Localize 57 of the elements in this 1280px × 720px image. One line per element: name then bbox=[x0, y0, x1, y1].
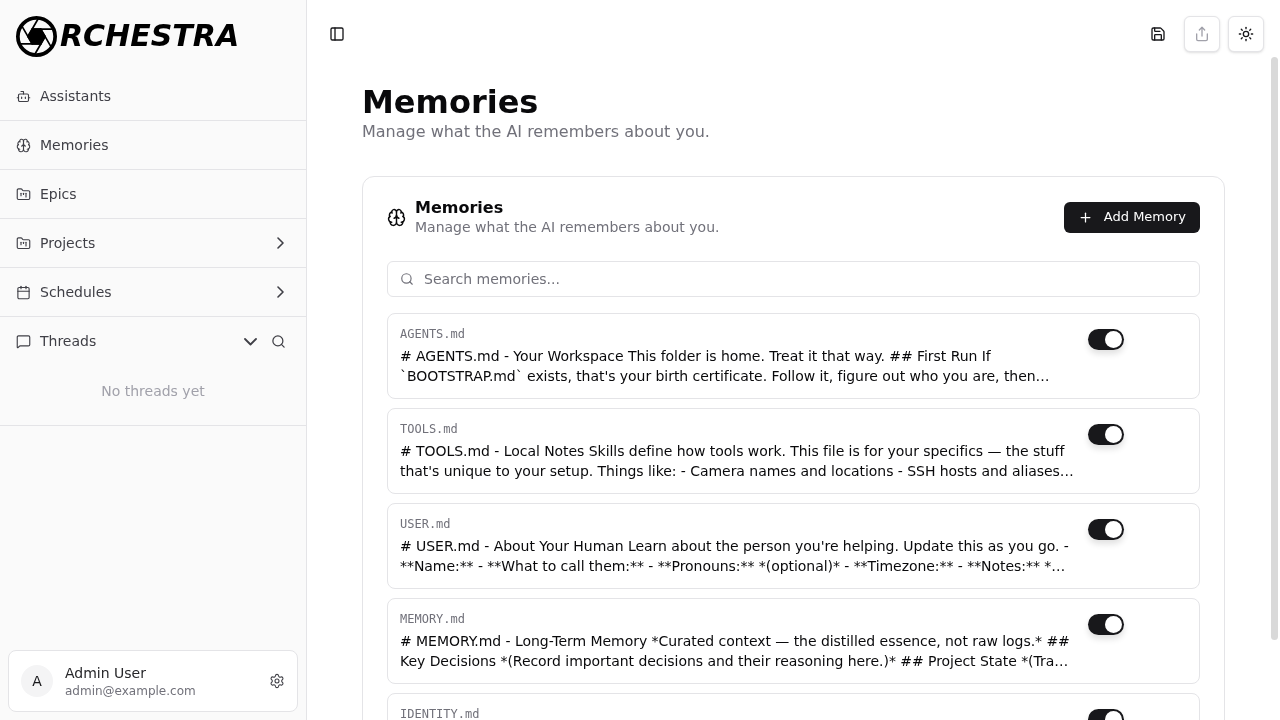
memory-filename: AGENTS.md bbox=[400, 326, 467, 342]
search-icon bbox=[400, 272, 414, 286]
memory-item[interactable]: MEMORY.md # MEMORY.md - Long-Term Memory *Curated context — the distilled essence, not raw logs.* ## Key Decisions *(Record important decisions and their reasoning here.)* ## Project State *(Tra… bbox=[387, 598, 1200, 684]
sun-icon bbox=[1238, 26, 1254, 42]
folder-icon bbox=[16, 235, 31, 251]
toggle-switch[interactable] bbox=[1088, 329, 1124, 350]
settings-icon[interactable] bbox=[269, 673, 285, 689]
scrollbar-thumb[interactable] bbox=[1271, 57, 1278, 640]
page-subtitle: Manage what the AI remembers about you. bbox=[362, 121, 711, 143]
chevron-down-icon bbox=[243, 337, 257, 346]
toggle-switch[interactable] bbox=[1088, 519, 1124, 540]
empty-threads-text: No threads yet bbox=[101, 382, 205, 401]
user-card[interactable]: A Admin User admin@example.com bbox=[8, 650, 298, 712]
nav-item[interactable]: Assistants bbox=[16, 85, 284, 107]
memory-filename: IDENTITY.md bbox=[400, 706, 481, 720]
share-icon bbox=[1194, 26, 1210, 42]
folder-icon bbox=[16, 186, 31, 202]
page-title: Memories bbox=[362, 83, 540, 121]
add-memory-button[interactable]: Add Memory bbox=[1063, 201, 1200, 233]
logo-text: RCHESTRA bbox=[60, 18, 240, 54]
memory-content: # MEMORY.md - Long-Term Memory *Curated context — the distilled essence, not raw logs.* ## Key Decisions *(Record important decisions and their reasoning here.)* ## Project State *(Tra… bbox=[400, 632, 1071, 671]
search-field[interactable]: Search memories... bbox=[387, 261, 1200, 297]
memory-filename: USER.md bbox=[400, 516, 452, 532]
brain-icon bbox=[387, 207, 406, 227]
nav-item[interactable]: Projects bbox=[16, 232, 277, 254]
brain-icon bbox=[16, 137, 31, 153]
chevron-right-icon[interactable] bbox=[277, 286, 284, 298]
memory-content: # AGENTS.md - Your Workspace This folder is home. Treat it that way. ## First Run If `BOOTSTRAP.md` exists, that's your birth certificate. Follow it, figure out who you are, then… bbox=[400, 347, 1051, 386]
panel-left-icon bbox=[329, 26, 345, 42]
calendar-icon bbox=[16, 284, 31, 300]
chevron-right-icon[interactable] bbox=[277, 237, 284, 249]
memory-item[interactable]: AGENTS.md # AGENTS.md - Your Workspace This folder is home. Treat it that way. ## First Run If `BOOTSTRAP.md` exists, that's your birth certificate. Follow it, figure out who you are, then… bbox=[387, 313, 1200, 399]
user-email: admin@example.com bbox=[65, 683, 197, 699]
plus-icon bbox=[1077, 209, 1093, 225]
robot-icon bbox=[16, 88, 31, 104]
chat-bubble-icon bbox=[16, 334, 31, 349]
nav-item[interactable]: Memories bbox=[16, 134, 284, 156]
theme-toggle-button[interactable] bbox=[1228, 16, 1264, 52]
nav-item[interactable]: Epics bbox=[16, 183, 284, 205]
card-subtitle: Manage what the AI remembers about you. bbox=[415, 218, 720, 236]
user-name: Admin User bbox=[65, 664, 147, 683]
nav-item[interactable]: Schedules bbox=[16, 281, 277, 303]
toggle-switch[interactable] bbox=[1088, 614, 1124, 635]
card-title: Memories bbox=[415, 198, 505, 218]
memory-item[interactable]: USER.md # USER.md - About Your Human Learn about the person you're helping. Update this as you go. - **Name:** - **What to call them:** - **Pronouns:** *(optional)* - **Timezone:** - **Notes:** *… bbox=[387, 503, 1200, 589]
memory-filename: MEMORY.md bbox=[400, 611, 467, 627]
aperture-logo-icon bbox=[16, 15, 57, 57]
memory-filename: TOOLS.md bbox=[400, 421, 459, 437]
memory-item[interactable] bbox=[387, 408, 1200, 494]
nav-item[interactable]: Threads bbox=[16, 331, 236, 352]
memory-item[interactable]: IDENTITY.md bbox=[387, 693, 1200, 720]
memory-content: # USER.md - About Your Human Learn about the person you're helping. Update this as you go. - **Name:** - **What to call them:** - **Pronouns:** *(optional)* - **Timezone:** - **Notes:** *… bbox=[400, 537, 1070, 576]
search-icon bbox=[270, 334, 286, 349]
save-icon bbox=[1150, 26, 1166, 42]
memory-content: # TOOLS.md - Local Notes Skills define how tools work. This file is for your specifics — the stuff that's unique to your setup. Things like: - Camera names and locations - SSH hosts and aliases… bbox=[400, 442, 1075, 481]
toggle-switch[interactable] bbox=[1088, 424, 1124, 445]
user-avatar: A bbox=[21, 665, 53, 697]
